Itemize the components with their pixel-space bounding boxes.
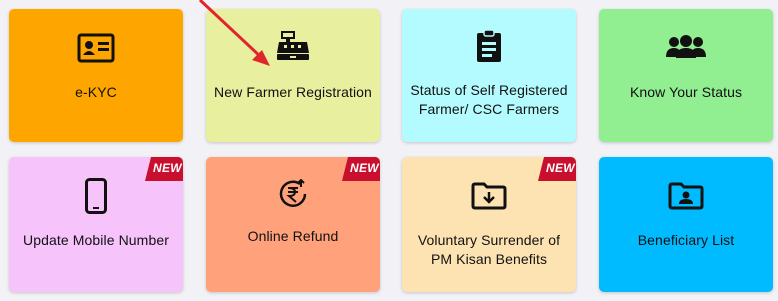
tile-new-farmer-registration[interactable]: New Farmer Registration: [206, 9, 380, 142]
tile-label: New Farmer Registration: [214, 84, 372, 100]
tile-beneficiary-list[interactable]: Beneficiary List: [599, 157, 773, 292]
tile-label: Know Your Status: [629, 84, 743, 100]
tile-status-self-registered[interactable]: Status of Self Registered Farmer/ CSC Fa…: [402, 9, 576, 142]
new-badge: NEW: [342, 157, 380, 181]
tile-label: Voluntary Surrender of PM Kisan Benefits: [417, 232, 561, 267]
tile-know-your-status[interactable]: Know Your Status: [599, 9, 773, 142]
new-badge: NEW: [538, 157, 576, 181]
tile-label: Status of Self Registered Farmer/ CSC Fa…: [410, 82, 568, 117]
tile-voluntary-surrender[interactable]: NEW Voluntary Surrender of PM Kisan Bene…: [402, 157, 576, 292]
cash-register-icon: [206, 31, 380, 61]
id-card-icon: [9, 33, 183, 63]
folder-download-icon: [402, 182, 576, 210]
rupee-refund-icon: [206, 179, 380, 209]
clipboard-list-icon: [402, 29, 576, 63]
tile-update-mobile-number[interactable]: NEW Update Mobile Number: [9, 157, 183, 292]
users-icon: [599, 35, 773, 59]
tile-online-refund[interactable]: NEW Online Refund: [206, 157, 380, 292]
folder-user-icon: [599, 182, 773, 210]
mobile-phone-icon: [9, 178, 183, 214]
tile-label: Online Refund: [247, 228, 339, 244]
tile-label: e-KYC: [75, 84, 117, 100]
tile-label: Beneficiary List: [637, 232, 735, 248]
tile-e-kyc[interactable]: e-KYC: [9, 9, 183, 142]
tile-label: Update Mobile Number: [23, 232, 169, 248]
